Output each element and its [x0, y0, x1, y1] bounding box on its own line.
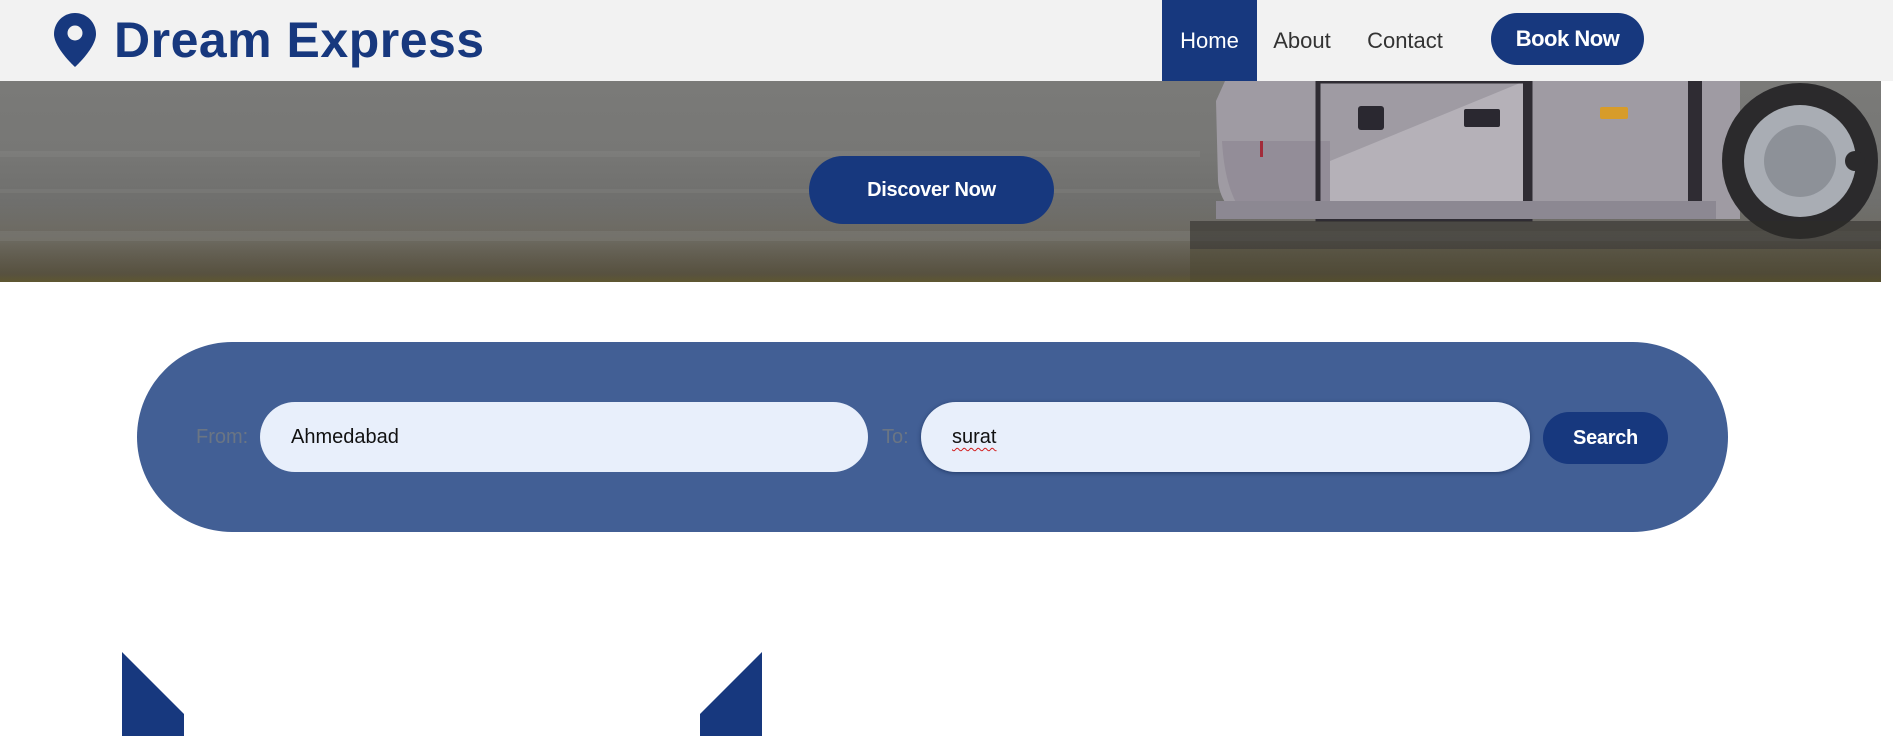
nav-home[interactable]: Home	[1162, 0, 1257, 81]
brand-name: Dream Express	[114, 12, 485, 68]
from-label: From:	[196, 426, 249, 448]
book-now-button[interactable]: Book Now	[1491, 13, 1644, 65]
page: Dream Express Home About Contact Book No…	[0, 0, 1893, 736]
nav-contact[interactable]: Contact	[1362, 0, 1448, 81]
discover-now-button[interactable]: Discover Now	[809, 156, 1054, 224]
decorative-corner-shape	[122, 652, 184, 736]
brand-logo[interactable]: Dream Express	[54, 12, 485, 68]
to-input-value: surat	[952, 426, 997, 448]
hero-banner: Discover Now	[0, 81, 1881, 282]
decorative-corner-shape	[700, 652, 762, 736]
navbar: Dream Express Home About Contact Book No…	[0, 0, 1893, 81]
from-input[interactable]	[260, 402, 868, 472]
to-label: To:	[882, 426, 909, 448]
to-input[interactable]: surat	[921, 402, 1530, 472]
search-button[interactable]: Search	[1543, 412, 1668, 464]
map-pin-icon	[54, 13, 96, 67]
nav-about[interactable]: About	[1264, 0, 1340, 81]
